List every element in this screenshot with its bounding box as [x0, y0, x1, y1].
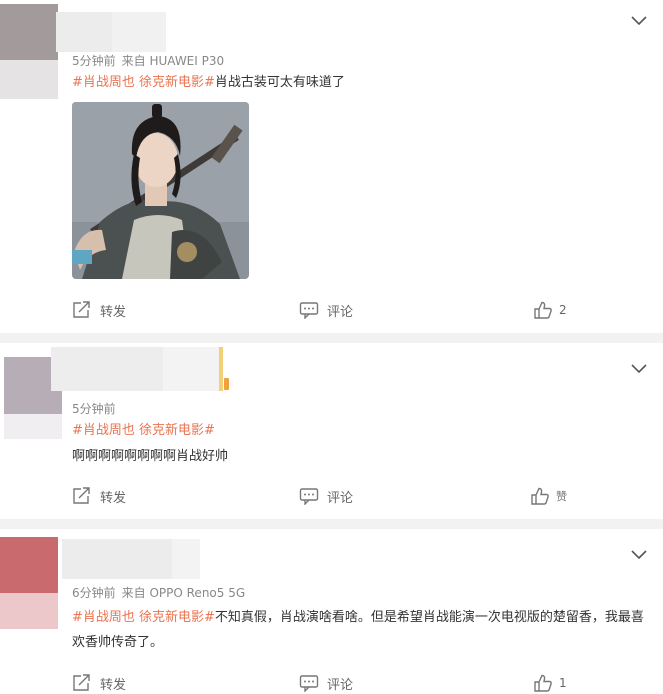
repost-button[interactable]: 转发 [72, 485, 126, 507]
post-time: 6分钟前 [72, 586, 116, 600]
post-meta: 6分钟前 来自 OPPO Reno5 5G [72, 584, 245, 601]
comment-button[interactable]: 评论 [299, 485, 353, 507]
chevron-down-icon[interactable] [630, 363, 648, 375]
like-count: 1 [559, 676, 567, 690]
topic-link[interactable]: #肖战周也 徐克新电影# [72, 75, 215, 90]
post-actions: 转发 评论 2 [0, 299, 663, 321]
avatar[interactable] [0, 4, 58, 99]
post-photo[interactable] [72, 102, 249, 279]
repost-icon [73, 301, 90, 318]
post-text: #肖战周也 徐克新电影# 啊啊啊啊啊啊啊啊肖战好帅 [72, 420, 647, 468]
repost-label: 转发 [100, 304, 127, 320]
like-button[interactable]: 2 [533, 299, 567, 321]
comment-icon [299, 302, 319, 319]
like-button[interactable]: 1 [533, 672, 567, 694]
post-time: 5分钟前 [72, 54, 116, 68]
username-blurred[interactable] [51, 347, 223, 391]
comment-button[interactable]: 评论 [299, 299, 353, 321]
comment-button[interactable]: 评论 [299, 672, 353, 694]
post-body: 啊啊啊啊啊啊啊啊肖战好帅 [72, 449, 229, 464]
post-source: 来自 OPPO Reno5 5G [121, 586, 246, 600]
post-text: #肖战周也 徐克新电影#不知真假，肖战演啥看啥。但是希望肖战能演一次电视版的楚留… [72, 605, 644, 655]
like-button[interactable]: 赞 [530, 485, 567, 507]
post-body: 肖战古装可太有味道了 [214, 75, 345, 90]
comment-label: 评论 [327, 490, 354, 506]
comment-icon [299, 675, 319, 692]
repost-button[interactable]: 转发 [72, 299, 126, 321]
post-text: #肖战周也 徐克新电影#肖战古装可太有味道了 [72, 72, 647, 94]
post-actions: 转发 评论 1 [0, 672, 663, 694]
topic-link[interactable]: #肖战周也 徐克新电影# [72, 423, 215, 438]
like-icon [531, 487, 549, 505]
chevron-down-icon[interactable] [630, 549, 648, 561]
separator [0, 519, 663, 529]
badge-icon [224, 378, 229, 390]
avatar[interactable] [0, 537, 58, 629]
username-blurred[interactable] [56, 12, 166, 52]
repost-icon [73, 487, 90, 504]
username-blurred[interactable] [62, 539, 200, 579]
comment-icon [299, 488, 319, 505]
post-card-3: 6分钟前 来自 OPPO Reno5 5G #肖战周也 徐克新电影#不知真假，肖战… [0, 529, 663, 693]
topic-link[interactable]: #肖战周也 徐克新电影# [72, 610, 215, 625]
separator [0, 333, 663, 343]
repost-icon [73, 674, 90, 691]
post-card-1: 5分钟前 来自 HUAWEI P30 #肖战周也 徐克新电影#肖战古装可太有味道了 [0, 0, 663, 333]
post-source: 来自 HUAWEI P30 [121, 54, 225, 68]
like-count: 2 [559, 303, 567, 317]
post-card-2: 5分钟前 #肖战周也 徐克新电影# 啊啊啊啊啊啊啊啊肖战好帅 转发 评论 赞 [0, 343, 663, 519]
comment-label: 评论 [327, 304, 354, 320]
like-label: 赞 [556, 490, 567, 503]
repost-label: 转发 [100, 490, 127, 506]
like-icon [534, 301, 552, 319]
repost-button[interactable]: 转发 [72, 672, 126, 694]
chevron-down-icon[interactable] [630, 15, 648, 27]
post-actions: 转发 评论 赞 [0, 485, 663, 507]
post-time: 5分钟前 [72, 402, 116, 416]
post-meta: 5分钟前 [72, 400, 122, 417]
post-meta: 5分钟前 来自 HUAWEI P30 [72, 52, 224, 69]
like-icon [534, 674, 552, 692]
